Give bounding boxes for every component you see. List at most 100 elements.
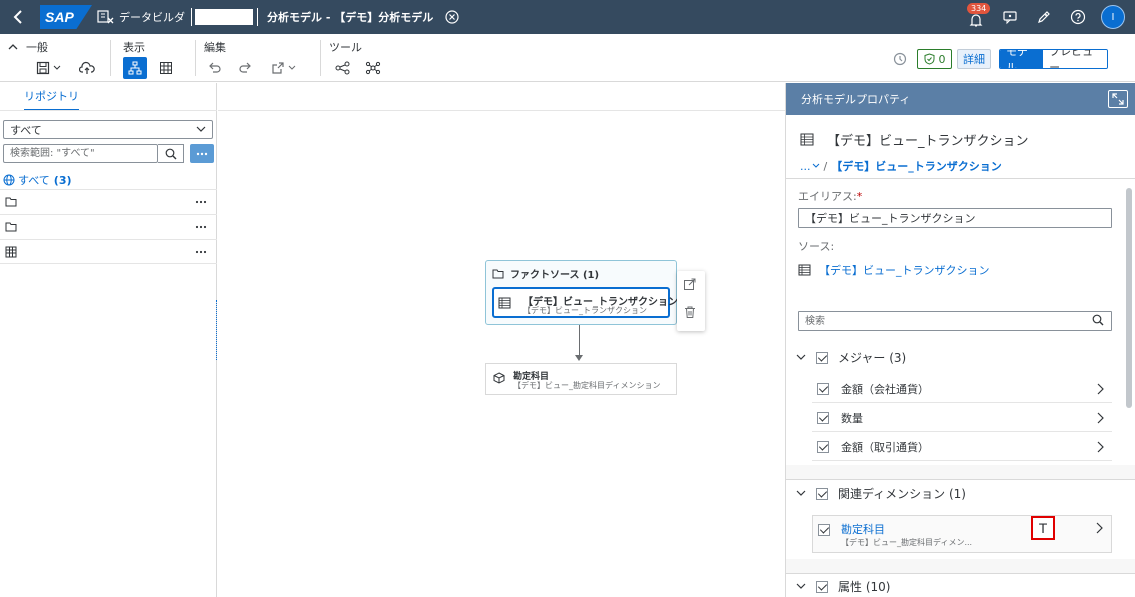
scrollbar[interactable] [1126, 188, 1132, 408]
measure-item[interactable]: 金額（会社通貨） [812, 375, 1112, 403]
export-button[interactable] [268, 57, 298, 79]
expand-icon [1112, 93, 1124, 105]
trash-icon [685, 306, 695, 318]
repository-all-node[interactable]: すべて (3) [3, 172, 72, 188]
undo-button[interactable] [205, 57, 225, 79]
fact-entity-card[interactable]: 【デモ】ビュー_トランザクション 【デモ】ビュー_トランザクション [492, 287, 678, 318]
measure-checkbox[interactable] [817, 411, 829, 424]
group-label-edit: 編集 [204, 41, 226, 54]
close-icon[interactable] [445, 10, 459, 24]
save-button[interactable] [32, 57, 64, 79]
back-button[interactable] [0, 0, 36, 34]
separator [191, 8, 192, 26]
shell-bar: SAP データビルダ 分析モデル - 【デモ】分析モデル 334 I [0, 0, 1135, 34]
dimension-item[interactable]: 勘定科目 【デモ】ビュー_勘定科目ディメン... T [812, 515, 1112, 553]
columns-search-input[interactable] [798, 311, 1112, 331]
delete-button[interactable] [683, 305, 699, 321]
graph-view-button[interactable] [123, 57, 147, 79]
fact-entity-technical-name: 【デモ】ビュー_トランザクション [523, 306, 647, 315]
all-count: (3) [53, 173, 72, 187]
folder-icon [492, 269, 504, 278]
attributes-checkbox[interactable] [816, 580, 828, 593]
repository-search-input[interactable] [3, 144, 158, 163]
whats-new-button[interactable] [1027, 0, 1061, 34]
undo-icon [209, 62, 221, 73]
details-label: 詳細 [963, 53, 985, 66]
preview-mode-button[interactable]: プレビュー [1043, 50, 1107, 68]
impact-lineage-button[interactable] [332, 57, 354, 79]
space-name-box[interactable] [195, 9, 253, 25]
feedback-button[interactable] [993, 0, 1027, 34]
redo-icon [239, 62, 251, 73]
more-icon[interactable] [195, 225, 207, 229]
chevron-right-icon [1097, 441, 1104, 453]
breadcrumb-current: 【デモ】ビュー_トランザクション [831, 160, 1002, 173]
dimensions-label: 関連ディメンション (1) [838, 487, 966, 501]
table-view-button[interactable] [154, 57, 178, 79]
history-button[interactable] [890, 49, 910, 69]
fact-source-header: ファクトソース (1) [510, 270, 600, 281]
measure-item[interactable]: 数量 [812, 404, 1112, 432]
dimensions-section-header[interactable]: 関連ディメンション (1) [796, 485, 966, 502]
source-label: ソース: [798, 240, 835, 253]
attributes-section-header[interactable]: 属性 (10) [796, 578, 890, 595]
app-name-link[interactable]: データビルダ [119, 9, 185, 25]
alias-input[interactable]: 【デモ】ビュー_トランザクション [798, 208, 1112, 228]
expand-panel-button[interactable] [1108, 90, 1128, 108]
open-in-editor-button[interactable] [683, 277, 699, 293]
more-icon [196, 152, 208, 155]
view-table-icon [798, 264, 811, 276]
notifications-button[interactable]: 334 [959, 0, 993, 34]
model-canvas[interactable]: ファクトソース (1) 【デモ】ビュー_トランザクション 【デモ】ビュー_トラン… [218, 83, 785, 597]
toolbar: 一般 表示 編集 ツール 0 詳細 モデル プレビュー [0, 34, 1135, 82]
save-icon [36, 61, 49, 75]
node-action-bar [677, 271, 705, 331]
dependencies-button[interactable] [362, 57, 384, 79]
text-association-button[interactable]: T [1031, 516, 1055, 540]
measure-checkbox[interactable] [817, 382, 829, 395]
rocket-icon [1038, 11, 1050, 23]
clock-icon [893, 52, 907, 66]
filter-select[interactable]: すべて [3, 120, 213, 139]
more-icon[interactable] [195, 250, 207, 254]
alias-label: エイリアス:* [798, 190, 863, 203]
source-link[interactable]: 【デモ】ビュー_トランザクション [798, 262, 990, 278]
dimension-node[interactable]: 勘定科目 【デモ】ビュー_勘定科目ディメンション [485, 363, 677, 395]
list-item[interactable] [0, 189, 217, 214]
more-icon[interactable] [195, 200, 207, 204]
cube-icon [493, 372, 505, 384]
open-external-icon [684, 278, 696, 290]
measures-section-header[interactable]: メジャー (3) [796, 349, 906, 366]
measure-checkbox[interactable] [817, 440, 829, 453]
source-value: 【デモ】ビュー_トランザクション [819, 264, 990, 277]
chevron-down-icon [796, 490, 806, 496]
breadcrumb-overflow[interactable]: ... [800, 160, 811, 173]
measure-label: 金額（会社通貨） [841, 382, 929, 396]
validation-button[interactable]: 0 [917, 49, 952, 69]
search-button[interactable] [158, 144, 184, 163]
tab-repository[interactable]: リポジトリ [24, 88, 79, 111]
chevron-down-icon [796, 583, 806, 589]
bell-icon [969, 14, 983, 27]
chevron-up-icon[interactable] [8, 43, 18, 51]
details-button[interactable]: 詳細 [957, 49, 991, 69]
measure-item[interactable]: 金額（取引通貨） [812, 433, 1112, 461]
search-icon [165, 148, 176, 159]
list-item[interactable] [0, 239, 217, 264]
network-icon [365, 61, 381, 75]
fact-source-node[interactable]: ファクトソース (1) 【デモ】ビュー_トランザクション 【デモ】ビュー_トラン… [485, 260, 678, 325]
dimension-checkbox[interactable] [818, 524, 830, 536]
list-item[interactable] [0, 214, 217, 239]
deploy-button[interactable] [76, 57, 98, 79]
search-icon[interactable] [1092, 314, 1104, 326]
model-mode-button[interactable]: モデル [1000, 50, 1044, 68]
help-button[interactable] [1061, 0, 1095, 34]
more-options-button[interactable] [190, 144, 214, 163]
chevron-left-icon [13, 10, 22, 24]
measures-checkbox[interactable] [816, 351, 828, 364]
chevron-down-icon[interactable] [812, 163, 820, 169]
view-table-icon [5, 246, 17, 257]
dimensions-checkbox[interactable] [816, 487, 828, 500]
user-avatar[interactable]: I [1101, 5, 1125, 29]
redo-button[interactable] [235, 57, 255, 79]
